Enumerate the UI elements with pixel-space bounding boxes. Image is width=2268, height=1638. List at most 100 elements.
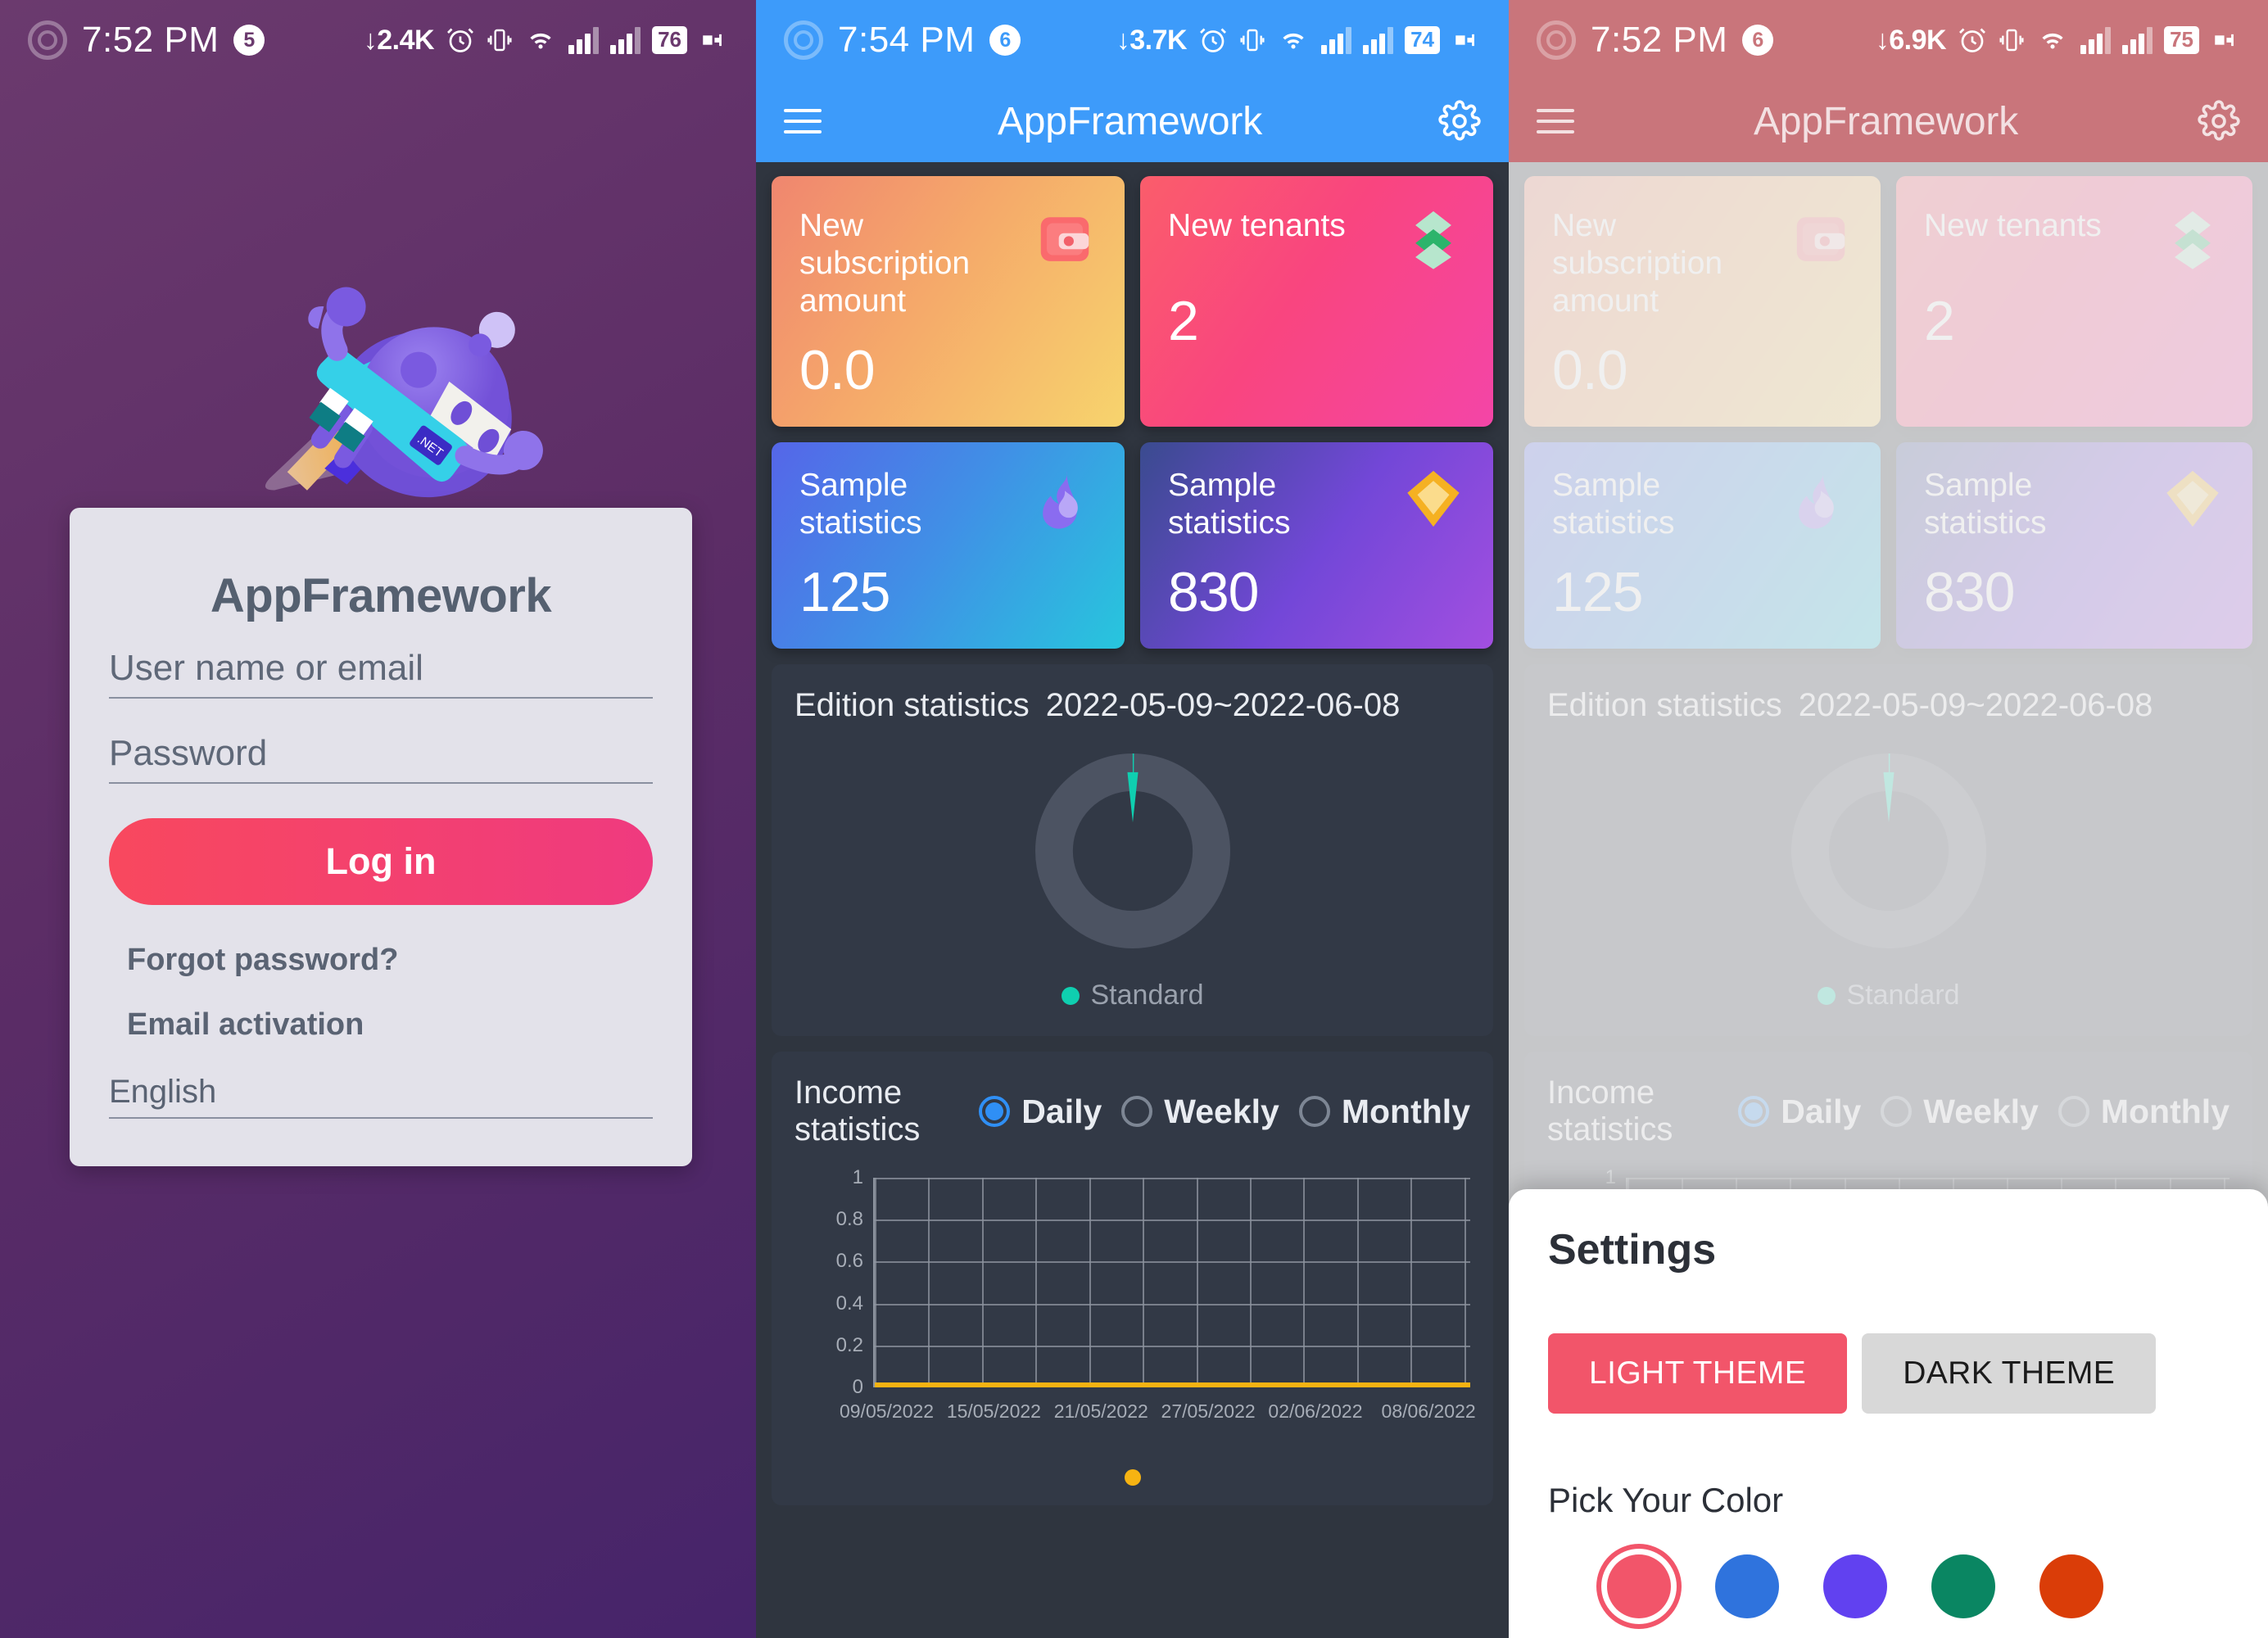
- stat-card-value: 125: [1552, 561, 1643, 624]
- battery-percent: 76: [652, 26, 687, 54]
- y-tick: 0.6: [835, 1250, 863, 1273]
- layers-icon: [2175, 210, 2211, 269]
- flame-icon: [1043, 470, 1078, 529]
- legend-label: Standard: [1090, 980, 1204, 1011]
- hamburger-icon[interactable]: [1537, 109, 1574, 133]
- edition-legend: Standard: [1817, 980, 1960, 1011]
- email-activation-link[interactable]: Email activation: [109, 993, 653, 1057]
- stat-card-label: New tenants: [1168, 208, 1346, 243]
- status-bar-1: 7:52 PM 5 ↓2.4K 76: [0, 0, 756, 80]
- password-field[interactable]: [109, 733, 653, 784]
- x-tick: 09/05/2022: [839, 1400, 935, 1423]
- radio-daily[interactable]: Daily: [1738, 1093, 1861, 1131]
- stat-card-sample-statistics-830[interactable]: Sample statistics 830: [1896, 442, 2252, 649]
- wifi-icon: [1283, 33, 1304, 49]
- pick-color-label: Pick Your Color: [1548, 1481, 1784, 1519]
- edition-label: Edition statistics: [794, 687, 1030, 724]
- download-speed: ↓3.7K: [1116, 24, 1188, 56]
- stat-card-new-tenants[interactable]: New tenants 2: [1896, 176, 2252, 428]
- stat-card-label: Sample statistics: [799, 468, 922, 541]
- legend-color-dot: [1817, 986, 1836, 1005]
- color-swatch-red[interactable]: [1607, 1554, 1671, 1618]
- recording-ring-icon: [28, 20, 67, 60]
- theme-toggle-row: LIGHT THEME DARK THEME: [1548, 1333, 2229, 1414]
- wifi-icon: [530, 33, 551, 49]
- cellular-signal-1-icon: [1321, 26, 1352, 54]
- vibrate-icon: [1240, 29, 1265, 52]
- cellular-signal-1-icon: [2080, 26, 2112, 54]
- radio-daily[interactable]: Daily: [979, 1093, 1102, 1131]
- color-swatch-green[interactable]: [1931, 1554, 1995, 1618]
- panel-dashboard-dark: 7:54 PM 6 ↓3.7K 74 AppFramework New subs…: [756, 0, 1509, 1638]
- income-label: Income statistics: [1547, 1075, 1673, 1148]
- dark-theme-button[interactable]: DARK THEME: [1862, 1333, 2157, 1414]
- radio-monthly[interactable]: Monthly: [2057, 1093, 2230, 1131]
- y-tick: 0: [852, 1376, 863, 1399]
- color-swatch-orange[interactable]: [2039, 1554, 2103, 1618]
- y-tick: 0.2: [835, 1333, 863, 1356]
- wallet-icon: [1040, 217, 1089, 261]
- chart-page-indicator[interactable]: [794, 1469, 1470, 1486]
- color-swatch-purple[interactable]: [1823, 1554, 1887, 1618]
- alarm-icon: [447, 28, 474, 52]
- color-swatch-row: [1548, 1554, 2229, 1618]
- diamond-icon: [2166, 470, 2219, 527]
- login-button[interactable]: Log in: [109, 818, 653, 905]
- login-card: AppFramework Log in Forgot password? Ema…: [70, 508, 692, 1166]
- x-tick: 08/06/2022: [1381, 1400, 1476, 1423]
- username-field[interactable]: [109, 648, 653, 699]
- vibrate-icon: [487, 29, 512, 52]
- download-speed: ↓2.4K: [363, 24, 435, 56]
- stat-card-label: Sample statistics: [1552, 468, 1675, 541]
- stat-card-sample-statistics-125[interactable]: Sample statistics 125: [1524, 442, 1881, 649]
- radio-monthly-dot: [1298, 1096, 1330, 1128]
- legend-label: Standard: [1846, 980, 1960, 1011]
- stat-card-new-subscription-amount[interactable]: New subscription amount 0.0: [772, 176, 1125, 428]
- edition-statistics-section: Edition statistics 2022-05-09~2022-06-08 …: [772, 664, 1493, 1037]
- stat-card-value: 2: [1168, 290, 1199, 352]
- radio-daily-dot: [1738, 1096, 1770, 1128]
- color-swatch-blue[interactable]: [1715, 1554, 1779, 1618]
- password-input[interactable]: [109, 733, 653, 774]
- stat-card-new-subscription-amount[interactable]: New subscription amount 0.0: [1524, 176, 1881, 428]
- radio-weekly[interactable]: Weekly: [1881, 1093, 2039, 1131]
- status-bar-2: 7:54 PM 6 ↓3.7K 74: [756, 0, 1509, 80]
- notification-count-badge: 6: [989, 25, 1021, 56]
- forgot-password-link[interactable]: Forgot password?: [109, 928, 653, 993]
- radio-monthly[interactable]: Monthly: [1298, 1093, 1470, 1131]
- radio-weekly-label: Weekly: [1923, 1092, 2039, 1130]
- stat-card-value: 125: [799, 561, 890, 624]
- login-title: AppFramework: [210, 569, 552, 622]
- charging-plug-icon: [1455, 34, 1474, 47]
- radio-weekly-dot: [1881, 1096, 1913, 1128]
- stat-card-value: 2: [1924, 290, 1955, 352]
- status-time: 7:52 PM: [82, 20, 220, 60]
- radio-weekly-label: Weekly: [1164, 1092, 1279, 1130]
- app-title: AppFramework: [1753, 99, 2019, 143]
- light-theme-button[interactable]: LIGHT THEME: [1548, 1333, 1848, 1414]
- flame-icon: [1799, 470, 1834, 529]
- stat-card-sample-statistics-125[interactable]: Sample statistics 125: [772, 442, 1125, 649]
- y-tick: 0.8: [835, 1208, 863, 1231]
- notification-count-badge: 5: [233, 25, 265, 56]
- charging-plug-icon: [703, 34, 722, 47]
- edition-statistics-section: Edition statistics 2022-05-09~2022-06-08 …: [1524, 664, 2252, 1037]
- radio-daily-label: Daily: [1781, 1092, 1862, 1130]
- settings-title: Settings: [1548, 1226, 1717, 1274]
- stat-card-sample-statistics-830[interactable]: Sample statistics 830: [1140, 442, 1493, 649]
- stat-card-value: 830: [1168, 561, 1259, 624]
- dashboard-body-dark: New subscription amount 0.0 New tenants: [756, 162, 1509, 1506]
- language-selector[interactable]: English: [109, 1074, 653, 1119]
- stat-card-new-tenants[interactable]: New tenants 2: [1140, 176, 1493, 428]
- hamburger-icon[interactable]: [784, 109, 822, 133]
- edition-label: Edition statistics: [1547, 687, 1782, 724]
- vibrate-icon: [1999, 29, 2024, 52]
- x-tick: 15/05/2022: [946, 1400, 1041, 1423]
- charging-plug-icon: [2215, 34, 2234, 47]
- username-input[interactable]: [109, 648, 653, 689]
- y-tick: 1: [1605, 1166, 1616, 1189]
- y-tick: 0.4: [835, 1292, 863, 1314]
- gear-icon[interactable]: [2198, 100, 2240, 143]
- radio-weekly[interactable]: Weekly: [1121, 1093, 1279, 1131]
- gear-icon[interactable]: [1438, 100, 1481, 143]
